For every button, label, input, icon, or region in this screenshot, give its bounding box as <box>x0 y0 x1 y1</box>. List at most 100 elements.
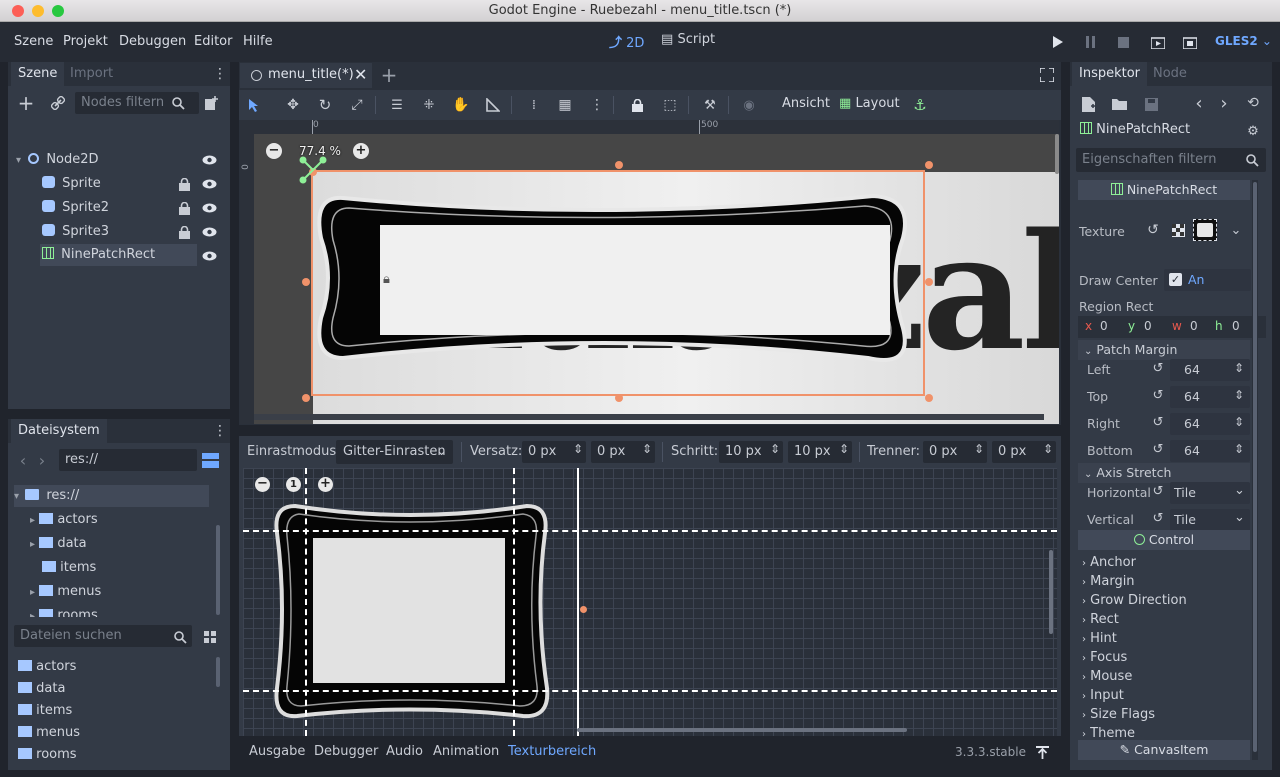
spinner-icon[interactable]: ⇕ <box>1043 442 1053 456</box>
tab-node[interactable]: Node <box>1146 62 1194 86</box>
ruler-icon[interactable] <box>485 97 501 113</box>
file-search-input[interactable]: Dateien suchen <box>14 625 192 647</box>
forward-arrow-icon[interactable]: › <box>36 451 48 470</box>
file-list-item[interactable]: items <box>18 700 72 722</box>
margin-top-input[interactable]: 64 ⇕ <box>1170 386 1250 408</box>
region-grid-canvas[interactable]: − 1 + <box>243 468 1057 736</box>
patch-margin-header[interactable]: ⌄ Patch Margin <box>1078 340 1250 360</box>
spinner-icon[interactable]: ⇕ <box>839 442 849 456</box>
region-w-input[interactable]: 0 <box>1190 319 1198 333</box>
lock-icon[interactable] <box>177 225 191 239</box>
anchor-icon[interactable]: ⚓ <box>912 96 928 114</box>
patch-guide-top[interactable] <box>243 530 1057 532</box>
file-list-item[interactable]: data <box>18 678 65 700</box>
tab-szene[interactable]: Szene <box>11 62 65 86</box>
resize-handle[interactable] <box>925 278 933 286</box>
tab-audio[interactable]: Audio <box>386 744 423 759</box>
revert-icon[interactable]: ↺ <box>1151 511 1165 526</box>
lock-icon[interactable] <box>177 201 191 215</box>
property-filter-input[interactable]: Eigenschaften filtern <box>1076 148 1266 172</box>
margin-bottom-input[interactable]: 64 ⇕ <box>1170 440 1250 462</box>
tab-debugger[interactable]: Debugger <box>314 744 378 759</box>
margin-left-input[interactable]: 64 ⇕ <box>1170 359 1250 381</box>
expand-panel-icon[interactable] <box>1034 744 1050 760</box>
maximize-window-button[interactable] <box>52 5 64 17</box>
more-options-icon[interactable]: ⋮ <box>589 97 605 113</box>
revert-icon[interactable]: ↺ <box>1151 361 1165 376</box>
add-node-icon[interactable]: + <box>17 91 35 115</box>
bone-icon[interactable]: ⚒ <box>702 97 718 113</box>
play-scene-icon[interactable] <box>1150 34 1166 50</box>
texture-picker-icon[interactable] <box>1171 222 1185 238</box>
visibility-eye-icon[interactable] <box>201 201 217 215</box>
patch-guide-left[interactable] <box>305 468 307 736</box>
texture-preview[interactable] <box>1193 219 1217 241</box>
tree-row-sprite[interactable]: Sprite <box>42 173 101 195</box>
select-tool-icon[interactable] <box>246 97 262 113</box>
file-list-item[interactable]: actors <box>18 656 76 678</box>
camera-icon[interactable]: ◉ <box>741 97 757 113</box>
resize-handle[interactable] <box>615 394 623 402</box>
group-icon[interactable]: ⬚ <box>662 97 678 113</box>
fs-tree-root[interactable]: ▾ res:// <box>14 485 209 507</box>
resize-handle[interactable] <box>580 606 587 613</box>
link-icon[interactable] <box>50 95 66 111</box>
region-x-input[interactable]: 0 <box>1100 319 1108 333</box>
minimize-window-button[interactable] <box>32 5 44 17</box>
tree-row-ninepatchrect[interactable]: NinePatchRect <box>40 244 197 266</box>
instance-scene-icon[interactable] <box>203 95 219 111</box>
resize-handle[interactable] <box>615 161 623 169</box>
selection-rect[interactable] <box>311 170 925 396</box>
list-scrollbar[interactable] <box>216 657 220 687</box>
anchor-icon[interactable] <box>298 155 328 185</box>
renderer-select[interactable]: GLES2 ⌄ <box>1215 34 1272 48</box>
revert-icon[interactable]: ↺ <box>1151 415 1165 430</box>
viewport-vscrollbar[interactable] <box>1055 134 1059 174</box>
scale-tool-icon[interactable]: ⤢ <box>349 97 365 113</box>
layout-menu[interactable]: ▦ Layout <box>839 96 900 111</box>
spinner-icon[interactable]: ⇕ <box>1234 361 1244 375</box>
zoom-level[interactable]: 77.4 % <box>299 144 341 158</box>
menu-projekt[interactable]: Projekt <box>63 34 108 49</box>
spinner-icon[interactable]: ⇕ <box>573 442 583 456</box>
resize-handle[interactable] <box>925 394 933 402</box>
margin-right-input[interactable]: 64 ⇕ <box>1170 413 1250 435</box>
pivot-icon[interactable]: ⁜ <box>421 97 437 113</box>
zoom-in-button[interactable]: + <box>318 477 333 492</box>
horizontal-stretch-select[interactable]: Tile ⌄ <box>1170 482 1250 504</box>
region-vscrollbar[interactable] <box>1049 550 1053 634</box>
back-arrow-icon[interactable]: ‹ <box>1192 93 1206 114</box>
file-list-item[interactable]: menus <box>18 722 80 744</box>
visibility-eye-icon[interactable] <box>201 153 217 167</box>
move-tool-icon[interactable]: ✥ <box>285 97 301 113</box>
fs-tree-item[interactable]: ▸ actors <box>30 509 98 531</box>
fs-tree-item-clipped[interactable]: ▸ rooms <box>30 605 210 617</box>
inspector-scrollbar[interactable] <box>1253 182 1257 752</box>
snap-icon[interactable]: ⁞ <box>526 97 542 113</box>
dock-menu-icon[interactable]: ⋮ <box>212 423 228 439</box>
patch-guide-bottom[interactable] <box>243 690 1057 692</box>
revert-icon[interactable]: ↺ <box>1151 388 1165 403</box>
grid-snap-icon[interactable]: ▦ <box>557 97 573 113</box>
tree-row-node2d[interactable]: ▾ Node2D <box>16 149 99 171</box>
revert-icon[interactable]: ↺ <box>1146 222 1160 238</box>
play-custom-scene-icon[interactable] <box>1182 34 1198 50</box>
rotate-tool-icon[interactable]: ↻ <box>317 96 333 114</box>
list-select-icon[interactable]: ☰ <box>389 97 405 113</box>
close-tab-icon[interactable]: ✕ <box>354 65 367 84</box>
menu-szene[interactable]: Szene <box>14 34 53 49</box>
visibility-eye-icon[interactable] <box>201 177 217 191</box>
tab-texturbereich[interactable]: Texturbereich <box>508 744 596 759</box>
split-view-icon[interactable] <box>202 453 219 468</box>
spinner-icon[interactable]: ⇕ <box>770 442 780 456</box>
zoom-out-button[interactable]: − <box>255 477 270 492</box>
fs-tree-item[interactable]: ▸ data <box>30 533 87 555</box>
revert-icon[interactable]: ↺ <box>1151 442 1165 457</box>
spinner-icon[interactable]: ⇕ <box>974 442 984 456</box>
open-folder-icon[interactable] <box>1111 96 1127 112</box>
tab-ausgabe[interactable]: Ausgabe <box>249 744 305 759</box>
menu-editor[interactable]: Editor <box>194 34 232 49</box>
stop-icon[interactable] <box>1115 34 1131 50</box>
new-resource-icon[interactable] <box>1080 96 1096 112</box>
tab-animation[interactable]: Animation <box>433 744 499 759</box>
